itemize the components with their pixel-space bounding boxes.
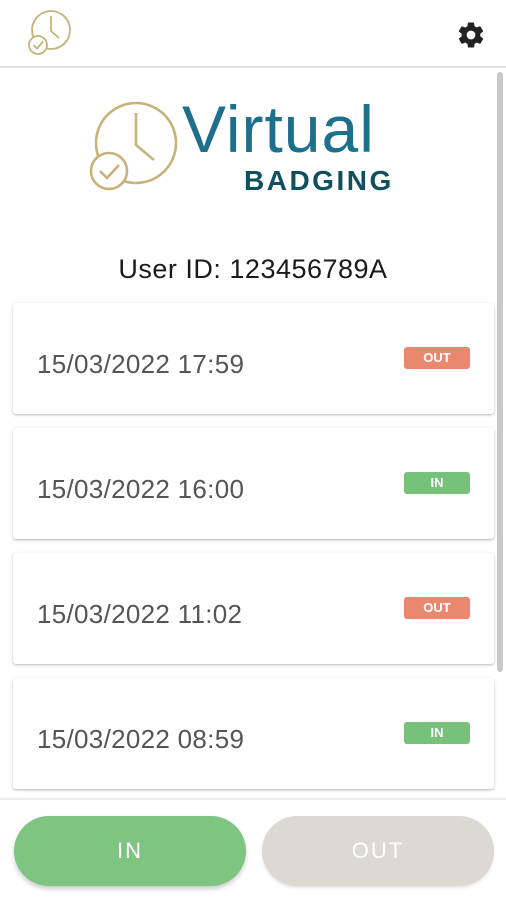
status-badge: IN [404,722,470,744]
badge-in-button[interactable]: IN [14,816,246,886]
badge-out-button[interactable]: OUT [262,816,494,886]
status-badge: OUT [404,347,470,369]
list-item[interactable]: 15/03/2022 16:00 IN [13,428,494,539]
scrollbar[interactable] [497,72,503,672]
bottom-action-bar: IN OUT [0,798,506,900]
clock-check-icon [89,101,178,191]
list-item[interactable]: 15/03/2022 17:59 OUT [13,303,494,414]
entry-datetime: 15/03/2022 17:59 [37,349,245,379]
brand-badging-text: BADGING [244,165,394,196]
brand-virtual-text: Virtual [182,92,375,166]
gear-icon[interactable] [456,20,486,50]
app-bar [0,0,506,68]
user-id-label: User ID: 123456789A [118,254,388,284]
clock-check-icon [28,10,71,55]
list-item[interactable]: 15/03/2022 11:02 OUT [13,553,494,664]
entry-datetime: 15/03/2022 08:59 [37,724,245,754]
status-badge: OUT [404,597,470,619]
brand-logo: Virtual BADGING [86,96,436,200]
status-badge: IN [404,472,470,494]
badge-history-list: 15/03/2022 17:59 OUT 15/03/2022 16:00 IN… [13,303,494,803]
list-item[interactable]: 15/03/2022 08:59 IN [13,678,494,789]
entry-datetime: 15/03/2022 11:02 [37,599,243,629]
entry-datetime: 15/03/2022 16:00 [37,474,245,504]
